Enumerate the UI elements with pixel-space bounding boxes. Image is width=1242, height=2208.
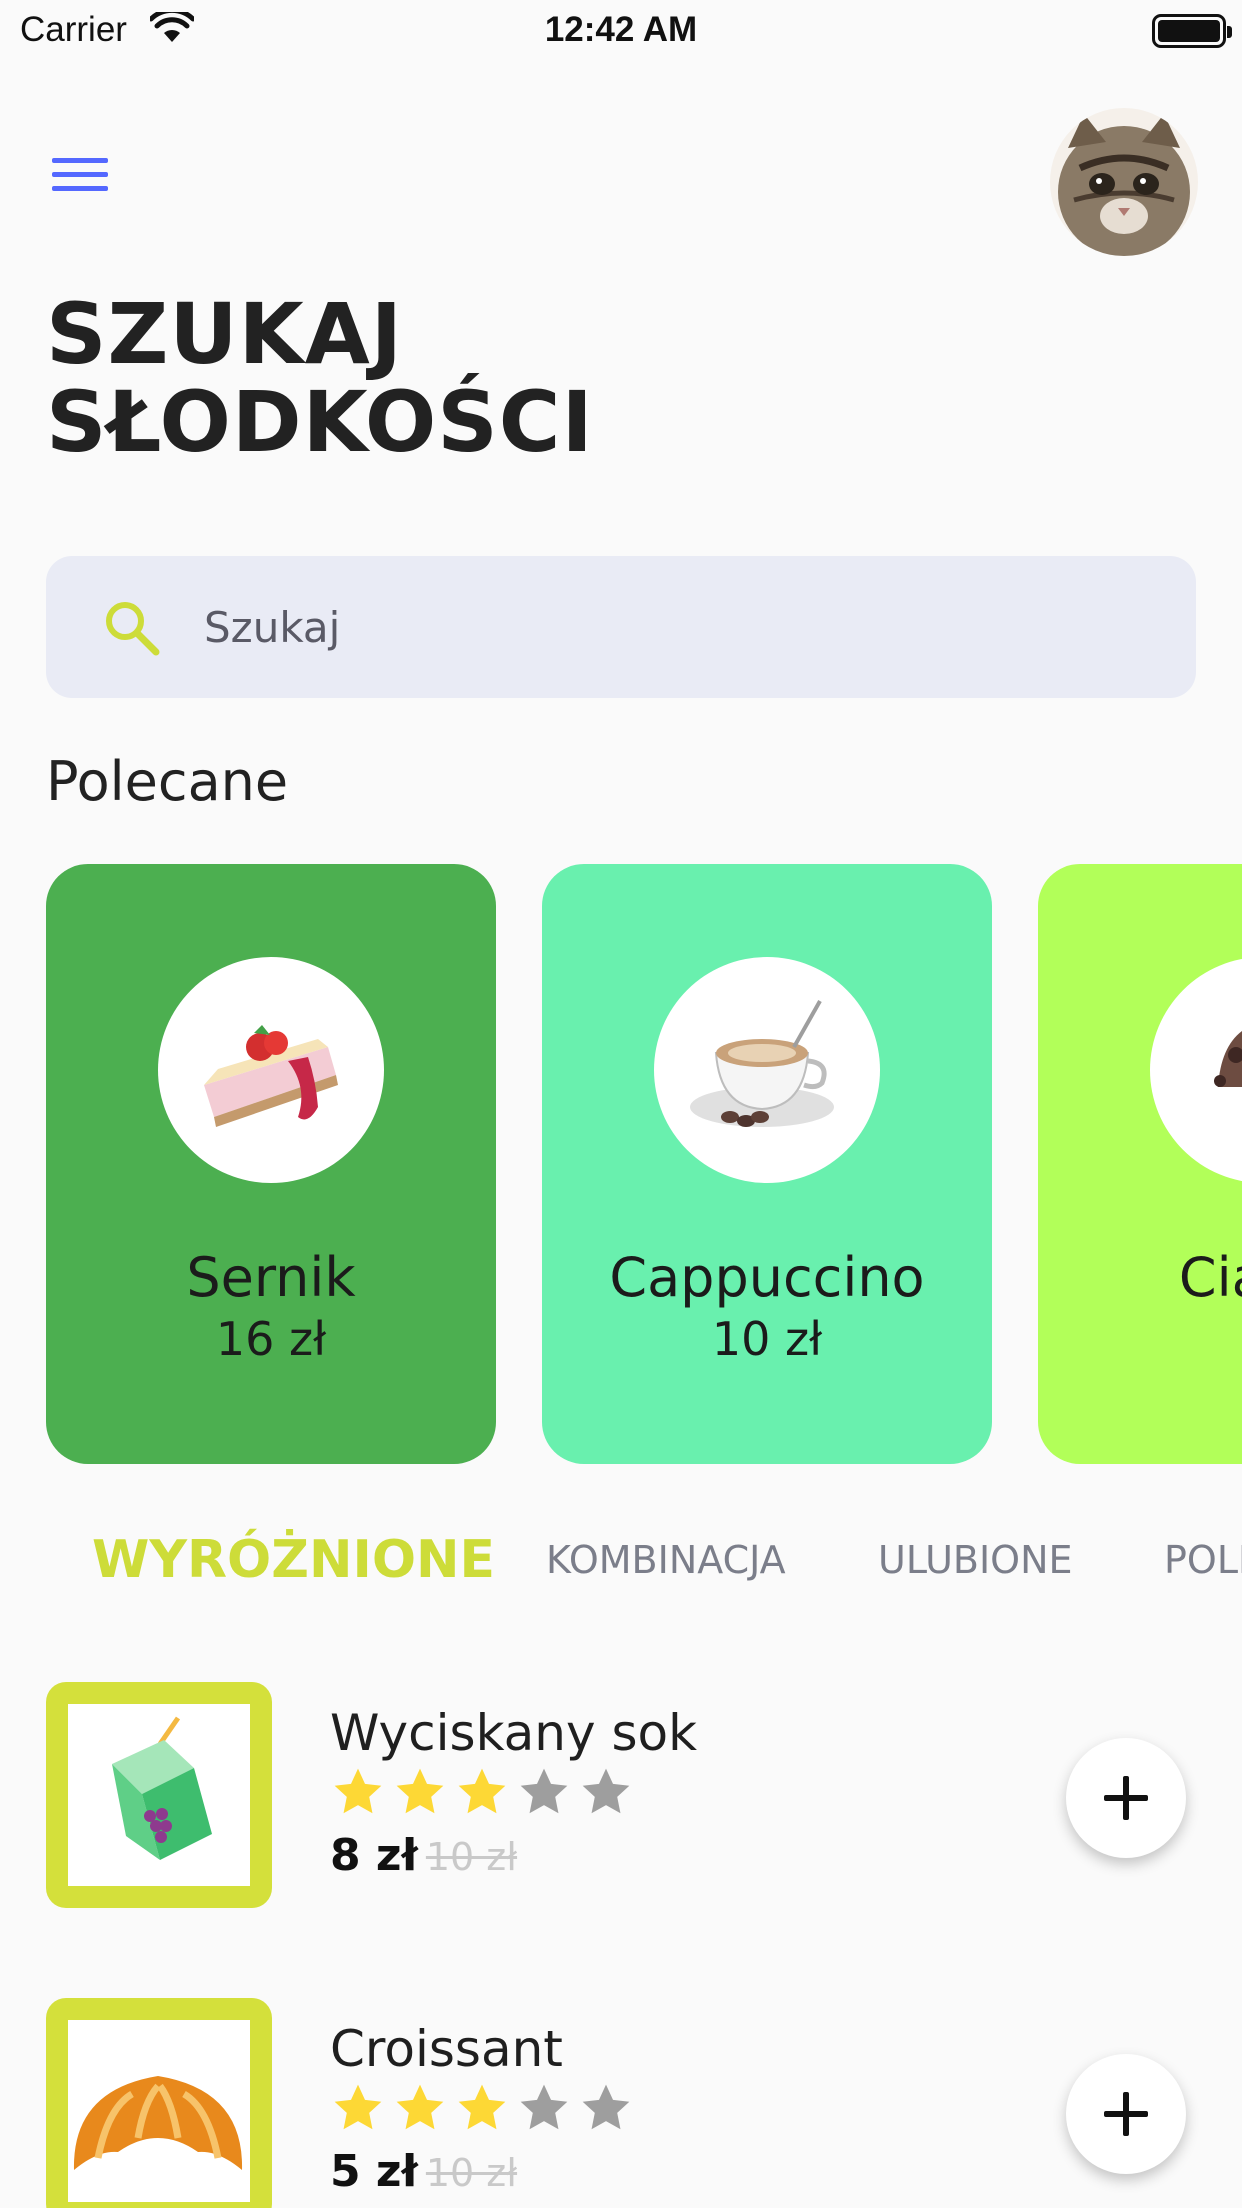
- star-icon: [578, 1764, 634, 1820]
- page-title-line1: SZUKAJ: [46, 285, 403, 383]
- list-item[interactable]: Wyciskany sok 8 zł 10 zł: [46, 1682, 1206, 1908]
- recommended-card-cappuccino[interactable]: Cappuccino 10 zł: [542, 864, 992, 1464]
- star-icon: [392, 1764, 448, 1820]
- recommended-card-sernik[interactable]: Sernik 16 zł: [46, 864, 496, 1464]
- product-rating: [330, 2080, 640, 2136]
- page-title-line2: SŁODKOŚCI: [46, 373, 594, 471]
- tab-kombinacja[interactable]: KOMBINACJA: [546, 1520, 786, 1600]
- product-rating: [330, 1764, 640, 1820]
- star-icon: [516, 1764, 572, 1820]
- list-item[interactable]: Croissant 5 zł 10 zł: [46, 1998, 1206, 2208]
- cake-image: [1150, 957, 1242, 1183]
- star-icon: [330, 1764, 386, 1820]
- cheesecake-image: [158, 957, 384, 1183]
- recommended-title: Polecane: [46, 750, 289, 813]
- star-icon: [392, 2080, 448, 2136]
- category-tabs[interactable]: WYRÓŻNIONE KOMBINACJA ULUBIONE POLECANE: [0, 1520, 1242, 1600]
- product-old-price: 10 zł: [425, 1835, 518, 1879]
- recommended-card-price: 4: [1038, 1312, 1242, 1366]
- battery-icon: [1152, 14, 1232, 48]
- search-input[interactable]: [204, 592, 1144, 662]
- recommended-card-ciasto[interactable]: Ciasto 4: [1038, 864, 1242, 1464]
- recommended-card-name: Ciasto: [1178, 1246, 1242, 1309]
- product-prices: 5 zł 10 zł: [330, 2146, 517, 2197]
- recommended-card-name: Cappuccino: [609, 1246, 925, 1309]
- product-old-price: 10 zł: [425, 2151, 518, 2195]
- product-name: Wyciskany sok: [330, 1704, 698, 1762]
- croissant-image: [68, 2020, 250, 2202]
- search-icon: [102, 598, 162, 658]
- product-price: 8 zł: [330, 1830, 418, 1881]
- star-icon: [578, 2080, 634, 2136]
- tab-ulubione[interactable]: ULUBIONE: [878, 1520, 1073, 1600]
- avatar[interactable]: [1050, 108, 1198, 256]
- juice-box-image: [68, 1704, 250, 1886]
- product-name: Croissant: [330, 2020, 563, 2078]
- hamburger-menu-icon[interactable]: [52, 158, 108, 202]
- recommended-card-name: Sernik: [186, 1246, 356, 1309]
- star-icon: [454, 2080, 510, 2136]
- star-icon: [330, 2080, 386, 2136]
- product-prices: 8 zł 10 zł: [330, 1830, 517, 1881]
- recommended-card-price: 10 zł: [711, 1312, 823, 1366]
- search-bar[interactable]: [46, 556, 1196, 698]
- recommended-card-price: 16 zł: [215, 1312, 327, 1366]
- product-price: 5 zł: [330, 2146, 418, 2197]
- clock: 12:42 AM: [544, 10, 698, 49]
- add-to-cart-button[interactable]: [1066, 1738, 1186, 1858]
- add-to-cart-button[interactable]: [1066, 2054, 1186, 2174]
- tab-wyroznione[interactable]: WYRÓŻNIONE: [92, 1520, 495, 1600]
- recommended-carousel[interactable]: Sernik 16 zł Cappuccino 10 zł Ci: [46, 864, 1242, 1464]
- coffee-cup-image: [654, 957, 880, 1183]
- tab-polecane[interactable]: POLECANE: [1164, 1520, 1242, 1600]
- page-title: SZUKAJ SŁODKOŚCI: [46, 290, 594, 466]
- star-icon: [454, 1764, 510, 1820]
- status-bar: Carrier 12:42 AM: [0, 0, 1242, 62]
- product-thumbnail: [46, 1682, 272, 1908]
- product-thumbnail: [46, 1998, 272, 2208]
- star-icon: [516, 2080, 572, 2136]
